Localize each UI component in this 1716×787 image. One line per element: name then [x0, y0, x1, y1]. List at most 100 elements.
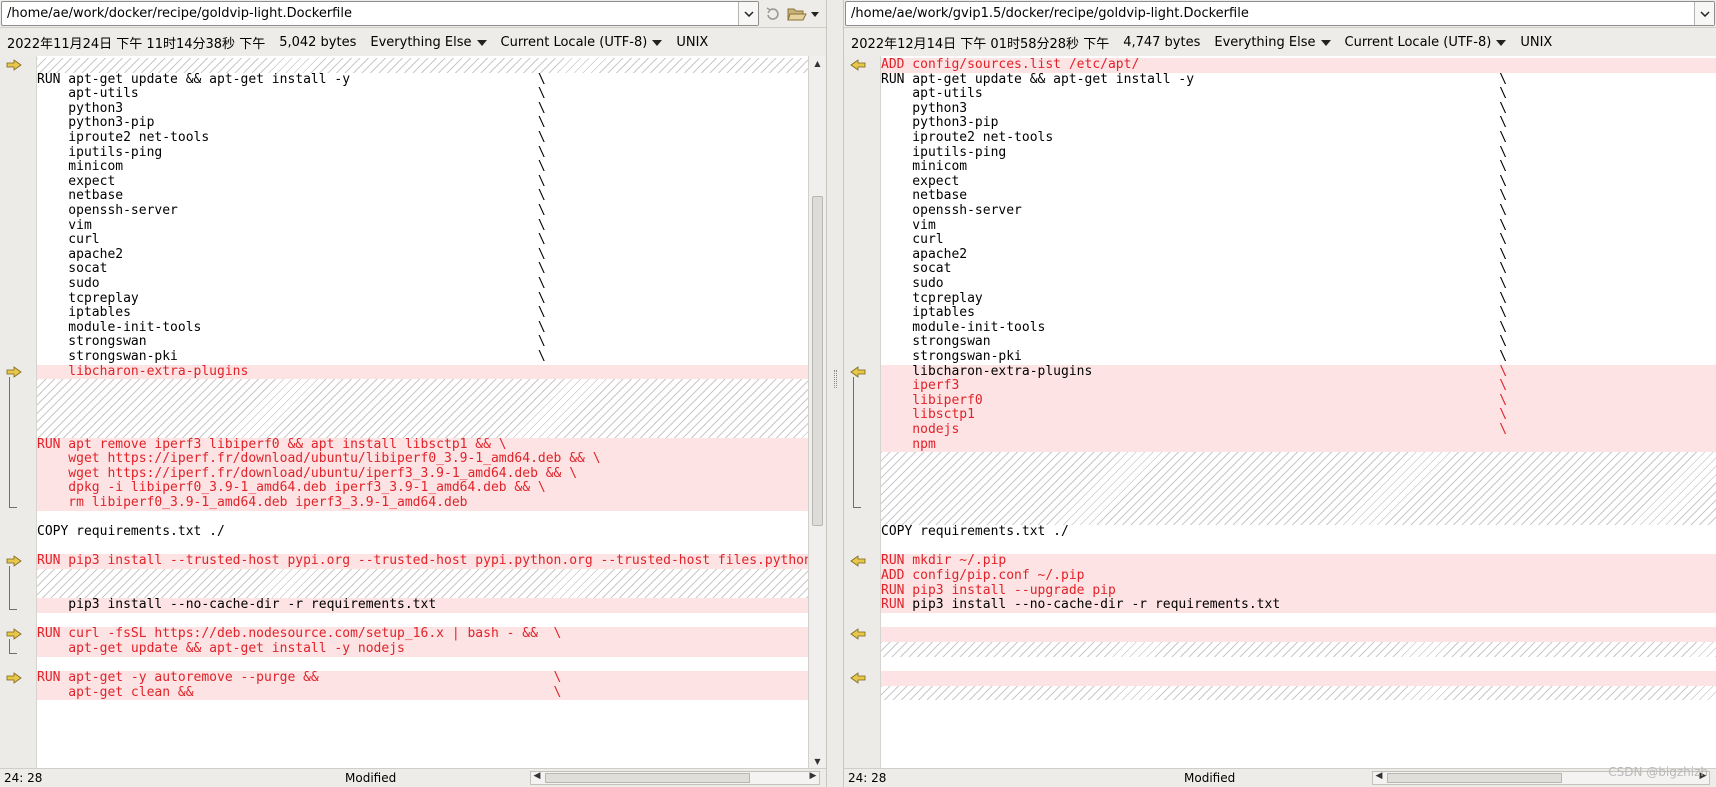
diff-line: wget https://iperf.fr/download/ubuntu/ip… [37, 466, 808, 482]
code-line: socat \ [37, 262, 546, 277]
right-path-combobox[interactable]: /home/ae/work/gvip1.5/docker/recipe/gold… [845, 1, 1715, 26]
diff-line [881, 671, 1716, 686]
diff-line: RUN pip3 install --no-cache-dir -r requi… [881, 598, 1716, 613]
right-modified-status: Modified [1184, 771, 1236, 785]
left-status-bar: 24: 28 Modified ◀ ▶ [0, 768, 826, 787]
left-pane: /home/ae/work/docker/recipe/goldvip-ligh… [0, 0, 826, 787]
scroll-left-arrow-icon[interactable]: ◀ [1373, 771, 1385, 781]
code-line: curl \ [881, 233, 1508, 248]
left-cursor-position: 24: 28 [4, 771, 43, 785]
diff-filler [37, 379, 808, 438]
diff-line: libiperf0 \ [881, 393, 1716, 409]
code-line: iputils-ping \ [37, 145, 546, 160]
diff-line: nodejs \ [881, 423, 1716, 438]
code-line: openssh-server \ [881, 204, 1508, 218]
left-code-view[interactable]: RUN apt-get update && apt-get install -y… [37, 56, 808, 768]
code-line: python3-pip \ [37, 116, 546, 131]
arrow-left-icon[interactable] [850, 628, 866, 641]
arrow-left-icon[interactable] [850, 555, 866, 568]
chevron-down-icon[interactable] [1694, 2, 1714, 25]
code-line: COPY requirements.txt ./ [37, 525, 225, 540]
left-encoding-dropdown[interactable]: Current Locale (UTF-8) [501, 35, 663, 50]
right-encoding-dropdown[interactable]: Current Locale (UTF-8) [1345, 35, 1507, 50]
left-filter-label: Everything Else [370, 34, 472, 50]
diff-line: pip3 install --no-cache-dir -r requireme… [37, 598, 808, 613]
left-content: RUN apt-get update && apt-get install -y… [0, 56, 826, 768]
arrow-left-icon[interactable] [850, 672, 866, 684]
code-line: iproute2 net-tools \ [37, 131, 546, 145]
left-file-date: 2022年11月24日 下午 11时14分38秒 下午 [7, 36, 266, 52]
diff-line: wget https://iperf.fr/download/ubuntu/li… [37, 452, 808, 467]
right-path-bar: /home/ae/work/gvip1.5/docker/recipe/gold… [844, 0, 1716, 28]
left-file-size: 5,042 bytes [279, 34, 357, 50]
diff-line: RUN mkdir ~/.pip [881, 554, 1716, 569]
diff-line: ADD config/pip.conf ~/.pip [881, 569, 1716, 584]
code-line: vim \ [37, 218, 546, 233]
arrow-right-icon[interactable] [6, 59, 22, 71]
left-vertical-scroll-thumb[interactable] [812, 196, 823, 526]
code-line: iptables \ [37, 306, 546, 321]
code-line: module-init-tools \ [37, 320, 546, 335]
scroll-up-arrow-icon[interactable]: ▲ [809, 56, 826, 70]
left-vertical-scrollbar[interactable]: ▲ ▼ [808, 56, 826, 768]
code-line: python3 \ [881, 101, 1508, 116]
left-path-combobox[interactable]: /home/ae/work/docker/recipe/goldvip-ligh… [1, 1, 759, 26]
right-code-view[interactable]: ADD config/sources.list /etc/apt/RUN apt… [881, 56, 1716, 768]
code-line: apache2 \ [37, 247, 546, 262]
diff-bracket [9, 639, 17, 654]
diff-line: apt-get update && apt-get install -y nod… [37, 642, 808, 657]
diff-filler [881, 452, 1716, 526]
code-line: expect \ [37, 174, 546, 189]
code-line: strongswan \ [37, 335, 546, 350]
code-line: strongswan \ [881, 335, 1508, 350]
left-path-bar: /home/ae/work/docker/recipe/goldvip-ligh… [0, 0, 826, 28]
diff-line [881, 627, 1716, 642]
left-horizontal-scroll-thumb[interactable] [545, 773, 750, 783]
diff-line: RUN apt remove iperf3 libiperf0 && apt i… [37, 437, 808, 453]
right-cursor-position: 24: 28 [848, 771, 887, 785]
left-line-ending: UNIX [676, 34, 709, 50]
diff-bracket [9, 566, 17, 611]
diff-line: RUN curl -fsSL https://deb.nodesource.co… [37, 627, 808, 642]
right-line-ending: UNIX [1520, 34, 1553, 50]
diff-line: ADD config/sources.list /etc/apt/ [881, 58, 1716, 73]
code-line: strongswan-pki \ [37, 350, 546, 364]
triangle-down-icon [1496, 39, 1507, 46]
left-horizontal-scrollbar[interactable]: ◀ ▶ [530, 771, 820, 785]
code-line: RUN apt-get update && apt-get install -y… [37, 72, 546, 87]
left-filter-dropdown[interactable]: Everything Else [370, 34, 487, 50]
diff-bracket [9, 376, 17, 508]
diff-line: RUN pip3 install --trusted-host pypi.org… [37, 554, 808, 569]
scroll-down-arrow-icon[interactable]: ▼ [809, 754, 826, 768]
splitter-grip[interactable] [834, 370, 837, 388]
chevron-down-icon[interactable] [738, 2, 758, 25]
diff-line: libcharon-extra-plugins \ [881, 364, 1716, 380]
scroll-left-arrow-icon[interactable]: ◀ [531, 771, 543, 781]
code-line: openssh-server \ [37, 204, 546, 218]
arrow-left-icon[interactable] [850, 59, 866, 71]
watermark: CSDN @bigzhizh [1608, 765, 1708, 779]
code-line: COPY requirements.txt ./ [881, 525, 1069, 540]
right-content: ADD config/sources.list /etc/apt/RUN apt… [844, 56, 1716, 768]
left-info-bar: 2022年11月24日 下午 11时14分38秒 下午 5,042 bytes … [0, 28, 826, 56]
arrow-right-icon[interactable] [6, 672, 22, 684]
right-pane: /home/ae/work/gvip1.5/docker/recipe/gold… [844, 0, 1716, 787]
right-filter-dropdown[interactable]: Everything Else [1214, 34, 1331, 50]
right-horizontal-scroll-thumb[interactable] [1387, 773, 1562, 783]
open-folder-icon[interactable] [786, 3, 808, 25]
code-line: RUN apt-get update && apt-get install -y… [881, 72, 1508, 87]
code-line: vim \ [881, 218, 1508, 233]
diff-bracket [853, 376, 861, 508]
history-icon[interactable] [762, 3, 784, 25]
scroll-right-arrow-icon[interactable]: ▶ [807, 771, 819, 781]
right-info-bar: 2022年12月14日 下午 01时58分28秒 下午 4,747 bytes … [844, 28, 1716, 56]
open-dropdown-icon[interactable] [810, 3, 820, 25]
right-filter-label: Everything Else [1214, 34, 1316, 50]
code-line: sudo \ [881, 277, 1508, 291]
pane-splitter[interactable] [826, 0, 844, 787]
code-line: minicom \ [37, 160, 546, 175]
